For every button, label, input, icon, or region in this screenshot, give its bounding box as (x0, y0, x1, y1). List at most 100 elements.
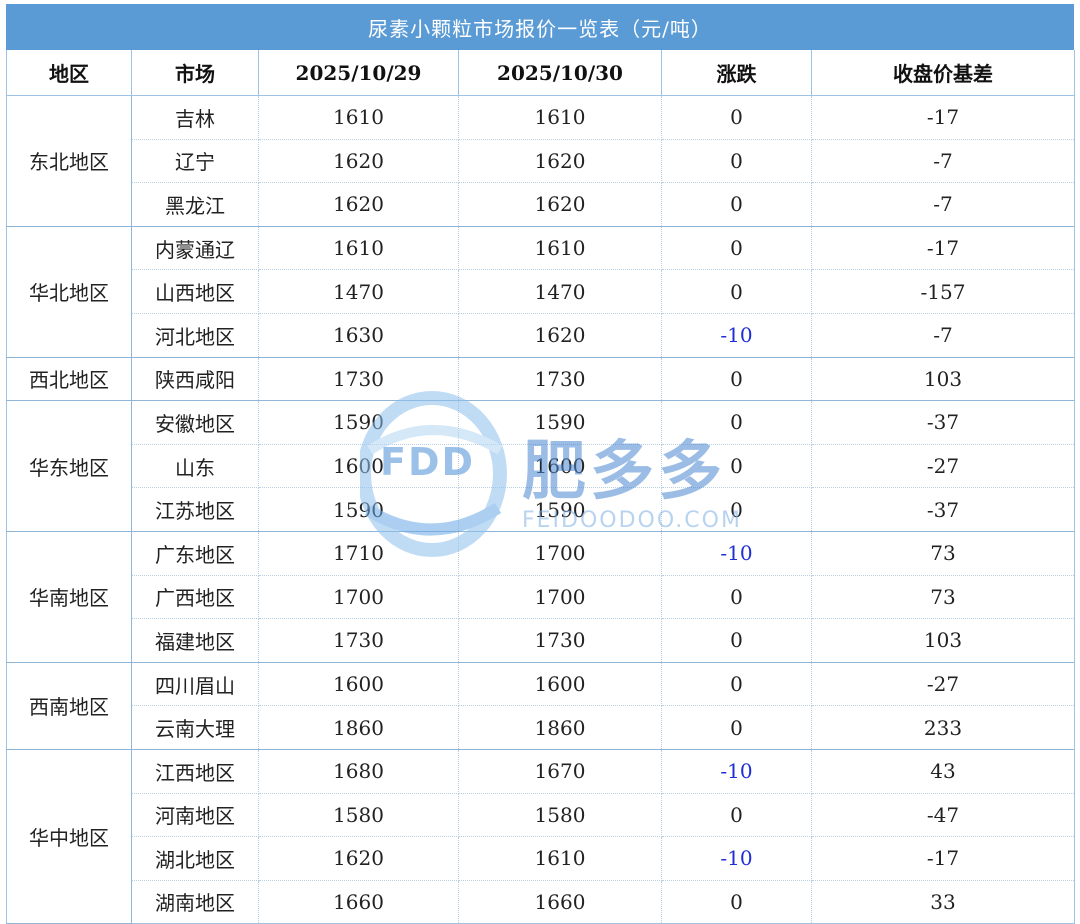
price-oct30-cell: 1610 (458, 95, 662, 140)
price-oct29-cell: 1860 (258, 705, 459, 750)
price-oct30-cell: 1620 (458, 138, 662, 184)
change-cell: -10 (661, 836, 812, 881)
market-cell: 吉林 (131, 95, 259, 140)
price-oct29-cell: 1610 (258, 95, 459, 140)
basis-cell: 233 (811, 705, 1075, 750)
table-row: 山东 1600 1600 0 -27 (7, 443, 1075, 489)
change-cell: 0 (661, 138, 812, 184)
price-oct30-cell: 1700 (458, 574, 662, 620)
table-row: 西南地区 四川眉山 1600 1600 0 -27 (6, 661, 1075, 750)
table-row: 华北地区 内蒙通辽 1610 1610 0 -17 (6, 225, 1075, 358)
price-oct30-cell: 1470 (458, 269, 662, 314)
change-cell: -10 (661, 312, 812, 358)
header-market: 市场 (131, 50, 259, 96)
change-cell: 0 (661, 95, 812, 140)
change-cell: 0 (661, 269, 812, 314)
basis-cell: -27 (811, 661, 1075, 707)
market-cell: 河南地区 (131, 792, 259, 838)
region-cell: 西南地区 (6, 661, 132, 750)
table-row: 湖南地区 1660 1660 0 33 (7, 879, 1075, 924)
price-oct30-cell: 1620 (458, 182, 662, 227)
table-title: 尿素小颗粒市场报价一览表（元/吨） (6, 4, 1074, 50)
price-oct29-cell: 1590 (258, 400, 459, 445)
market-cell: 湖北地区 (131, 836, 259, 881)
change-cell: 0 (661, 792, 812, 838)
header-region: 地区 (6, 50, 132, 96)
change-cell: -10 (661, 530, 812, 576)
market-cell: 山西地区 (131, 269, 259, 314)
table-row: 华东地区 安徽地区 1590 1590 0 -37 (6, 400, 1075, 532)
market-cell: 广西地区 (131, 574, 259, 620)
market-cell: 广东地区 (131, 530, 259, 576)
price-oct30-cell: 1860 (458, 705, 662, 750)
region-cell: 东北地区 (6, 95, 132, 227)
price-oct30-cell: 1700 (458, 530, 662, 576)
price-table: 地区 市场 2025/10/29 2025/10/30 涨跌 收盘价基差 东北地… (6, 50, 1075, 924)
change-cell: 0 (661, 574, 812, 620)
change-cell: 0 (661, 661, 812, 707)
price-oct30-cell: 1730 (458, 356, 662, 402)
price-oct29-cell: 1730 (258, 618, 459, 663)
table-row: 福建地区 1730 1730 0 103 (7, 618, 1075, 663)
price-oct29-cell: 1630 (258, 312, 459, 358)
basis-cell: 103 (811, 356, 1075, 402)
price-oct30-cell: 1660 (458, 879, 662, 924)
change-cell: 0 (661, 182, 812, 227)
price-oct30-cell: 1670 (458, 748, 662, 794)
header-row: 地区 市场 2025/10/29 2025/10/30 涨跌 收盘价基差 (6, 50, 1075, 96)
price-oct30-cell: 1590 (458, 487, 662, 532)
basis-cell: -27 (811, 443, 1075, 489)
market-cell: 福建地区 (131, 618, 259, 663)
price-oct29-cell: 1470 (258, 269, 459, 314)
price-oct29-cell: 1680 (258, 748, 459, 794)
header-date-2: 2025/10/30 (458, 50, 662, 96)
table-row: 华南地区 广东地区 1710 1700 -10 73 (6, 530, 1075, 663)
basis-cell: -17 (811, 836, 1075, 881)
table-row: 湖北地区 1620 1610 -10 -17 (7, 836, 1075, 881)
region-cell: 华南地区 (6, 530, 132, 663)
header-basis: 收盘价基差 (811, 50, 1075, 96)
change-cell: 0 (661, 400, 812, 445)
price-oct29-cell: 1590 (258, 487, 459, 532)
change-cell: 0 (661, 705, 812, 750)
change-cell: 0 (661, 487, 812, 532)
table-row: 河南地区 1580 1580 0 -47 (7, 792, 1075, 838)
price-oct30-cell: 1730 (458, 618, 662, 663)
header-change: 涨跌 (661, 50, 812, 96)
region-cell: 华中地区 (6, 748, 132, 924)
price-oct30-cell: 1590 (458, 400, 662, 445)
basis-cell: 73 (811, 574, 1075, 620)
market-cell: 安徽地区 (131, 400, 259, 445)
price-oct30-cell: 1610 (458, 225, 662, 271)
market-cell: 山东 (131, 443, 259, 489)
basis-cell: -7 (811, 182, 1075, 227)
market-cell: 黑龙江 (131, 182, 259, 227)
table-row: 山西地区 1470 1470 0 -157 (7, 269, 1075, 314)
basis-cell: -37 (811, 487, 1075, 532)
table-row: 辽宁 1620 1620 0 -7 (7, 138, 1075, 184)
basis-cell: 33 (811, 879, 1075, 924)
market-cell: 四川眉山 (131, 661, 259, 707)
price-oct29-cell: 1620 (258, 836, 459, 881)
price-oct29-cell: 1600 (258, 661, 459, 707)
price-oct29-cell: 1610 (258, 225, 459, 271)
price-oct29-cell: 1580 (258, 792, 459, 838)
change-cell: 0 (661, 443, 812, 489)
price-oct29-cell: 1620 (258, 182, 459, 227)
basis-cell: -7 (811, 138, 1075, 184)
basis-cell: -47 (811, 792, 1075, 838)
price-oct29-cell: 1600 (258, 443, 459, 489)
market-cell: 内蒙通辽 (131, 225, 259, 271)
price-oct30-cell: 1600 (458, 661, 662, 707)
table-row: 黑龙江 1620 1620 0 -7 (7, 182, 1075, 227)
change-cell: 0 (661, 356, 812, 402)
region-cell: 西北地区 (6, 356, 132, 402)
basis-cell: -7 (811, 312, 1075, 358)
change-cell: -10 (661, 748, 812, 794)
market-cell: 云南大理 (131, 705, 259, 750)
price-oct29-cell: 1730 (258, 356, 459, 402)
basis-cell: -17 (811, 225, 1075, 271)
market-cell: 辽宁 (131, 138, 259, 184)
price-oct30-cell: 1600 (458, 443, 662, 489)
region-cell: 华东地区 (6, 400, 132, 532)
